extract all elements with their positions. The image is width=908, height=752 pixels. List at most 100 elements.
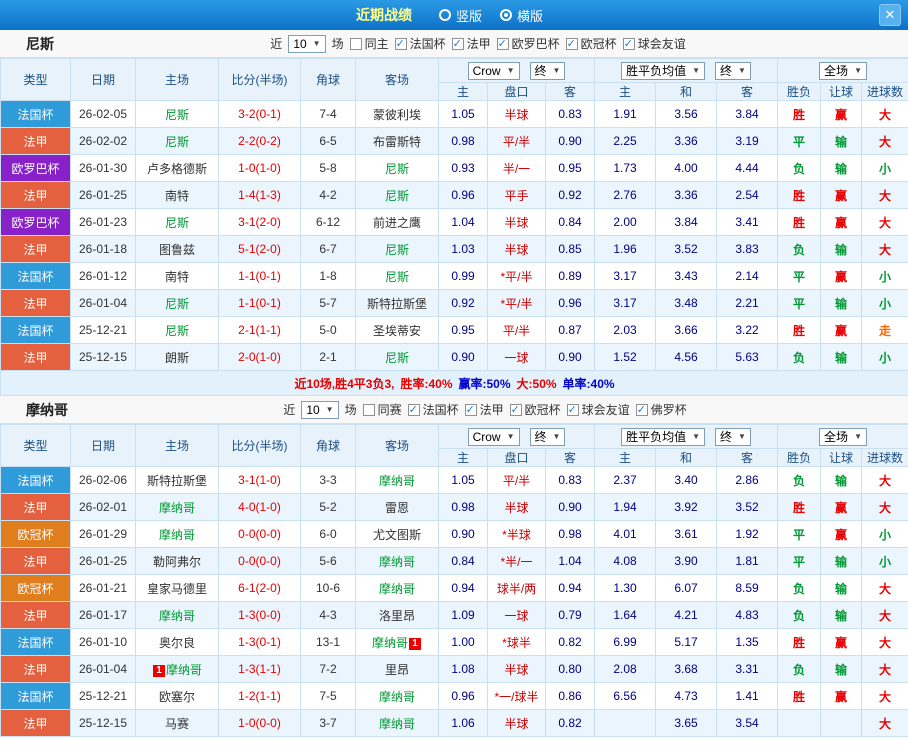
odds-handicap: 半球 — [487, 493, 546, 521]
match-date: 25-12-15 — [70, 709, 136, 737]
avg-away: 3.54 — [716, 709, 779, 737]
matches-table-1: 类型 日期 主场 比分(半场) 角球 客场 Crow ▼ 终 ▼ 胜平负均值 ▼ 终 ▼ 全场 ▼ 主盘口客主和… — [0, 424, 908, 737]
away-team: 摩纳哥 — [355, 574, 439, 602]
odds-away: 0.83 — [544, 100, 596, 128]
filter-checkbox-0[interactable]: 同赛 — [362, 401, 402, 418]
filter-checkbox-5[interactable]: 佛罗杯 — [635, 401, 687, 418]
chevron-down-icon: ▼ — [738, 431, 746, 441]
odds-final-select-value: 终 — [534, 429, 547, 444]
match-row: 法国杯 26-01-12 南特 1-1(0-1) 1-8 尼斯 0.99 *平/半 0.89 3.… — [0, 262, 908, 290]
odds-group-controls: Crow ▼ 终 ▼ — [440, 427, 594, 446]
result-handicap: 赢 — [820, 316, 863, 344]
away-team: 摩纳哥 — [355, 466, 439, 494]
filter-checkbox-2[interactable]: 法甲 — [464, 401, 504, 418]
avg-draw: 3.68 — [655, 655, 718, 683]
avg-final-select[interactable]: 终 ▼ — [715, 61, 751, 80]
checkbox-label: 同赛 — [377, 403, 402, 417]
match-date: 26-01-17 — [70, 601, 136, 629]
scope-select[interactable]: 全场 ▼ — [819, 427, 867, 446]
column-subheader: 让球 — [820, 448, 863, 467]
competition-badge: 法甲 — [0, 343, 71, 371]
home-team: 皇家马德里 — [135, 574, 219, 602]
filter-checkbox-2[interactable]: 法甲 — [451, 35, 491, 52]
odds-final-select[interactable]: 终 ▼ — [529, 61, 566, 80]
chevron-down-icon: ▼ — [692, 65, 701, 75]
avg-draw: 4.73 — [655, 682, 718, 710]
match-score: 1-3(1-1) — [218, 655, 301, 683]
column-subheader: 进球数 — [861, 448, 908, 467]
odds-away: 1.04 — [544, 547, 596, 575]
avg-draw: 3.61 — [655, 520, 718, 548]
team-name-text: 南特 — [164, 269, 189, 284]
competition-badge: 法甲 — [0, 655, 71, 683]
result-handicap: 输 — [820, 127, 863, 155]
filter-checkbox-4[interactable]: 球会友谊 — [566, 401, 630, 418]
result-handicap: 输 — [820, 289, 863, 317]
team-name-text: 尼斯 — [384, 161, 409, 176]
radio-icon — [438, 9, 451, 21]
odds-away: 0.89 — [544, 262, 596, 290]
team-name: 摩纳哥 — [26, 401, 68, 418]
home-team: 奥尔良 — [135, 628, 219, 656]
view-option-horizontal[interactable]: 横版 — [500, 6, 543, 25]
match-date: 26-01-18 — [70, 235, 136, 263]
corner-count: 5-7 — [300, 289, 356, 317]
result-handicap — [820, 709, 863, 737]
filter-checkbox-3[interactable]: 欧罗巴杯 — [496, 35, 560, 52]
checkbox-icon — [635, 403, 648, 416]
column-subheader: 主 — [594, 448, 657, 467]
competition-badge: 欧冠杯 — [0, 520, 71, 548]
match-date: 25-12-15 — [70, 343, 136, 371]
filter-checkbox-3[interactable]: 欧冠杯 — [509, 401, 561, 418]
view-option-vertical[interactable]: 竖版 — [438, 6, 482, 25]
home-team: 欧塞尔 — [135, 682, 219, 710]
scope-select[interactable]: 全场 ▼ — [819, 61, 867, 80]
filter-checkbox-1[interactable]: 法国杯 — [407, 401, 459, 418]
away-team: 里昂 — [355, 655, 439, 683]
avg-final-select[interactable]: 终 ▼ — [715, 427, 751, 446]
filter-checkbox-0[interactable]: 同主 — [349, 35, 389, 52]
bookmaker-select[interactable]: Crow ▼ — [467, 61, 520, 80]
match-score: 2-1(1-1) — [218, 316, 301, 344]
match-row: 法甲 26-02-01 摩纳哥 4-0(1-0) 5-2 雷恩 0.98 半球 0.90 1.94… — [0, 493, 908, 521]
home-team: 斯特拉斯堡 — [135, 466, 219, 494]
corner-count: 6-0 — [300, 520, 356, 548]
odds-handicap: 半球 — [487, 655, 546, 683]
avg-type-select[interactable]: 胜平负均值 ▼ — [621, 427, 706, 446]
result-goals: 大 — [861, 208, 908, 236]
chevron-down-icon: ▼ — [506, 65, 515, 75]
home-team: 朗斯 — [135, 343, 219, 371]
filter-checkbox-1[interactable]: 法国杯 — [394, 35, 446, 52]
near-label: 近 — [283, 403, 296, 417]
odds-away: 0.96 — [544, 289, 596, 317]
bookmaker-select[interactable]: Crow ▼ — [467, 427, 520, 446]
avg-type-select[interactable]: 胜平负均值 ▼ — [621, 61, 706, 80]
avg-home: 1.64 — [594, 601, 657, 629]
matches-table-0: 类型 日期 主场 比分(半场) 角球 客场 Crow ▼ 终 ▼ 胜平负均值 ▼ 终 ▼ 全场 ▼ 主盘口客主和… — [0, 58, 908, 396]
close-icon[interactable]: ✕ — [879, 4, 901, 26]
odds-away: 0.84 — [544, 208, 596, 236]
result-goals: 大 — [861, 574, 908, 602]
team-name-text: 尼斯 — [164, 323, 189, 338]
home-team: 马赛 — [135, 709, 219, 737]
result-group-header: 全场 ▼ — [777, 424, 908, 449]
red-card-badge: 1 — [152, 664, 165, 677]
odds-home: 1.00 — [438, 628, 488, 656]
competition-badge: 欧罗巴杯 — [0, 154, 71, 182]
avg-home: 2.76 — [594, 181, 657, 209]
near-label: 近 — [270, 37, 283, 51]
filter-checkbox-4[interactable]: 欧冠杯 — [565, 35, 617, 52]
summary-part: 大:50% — [516, 376, 557, 391]
team-name-text: 圣埃蒂安 — [372, 323, 421, 338]
avg-draw: 3.66 — [655, 316, 718, 344]
odds-final-select[interactable]: 终 ▼ — [529, 427, 566, 446]
bookmaker-select-value: Crow — [472, 63, 501, 78]
result-goals: 大 — [861, 100, 908, 128]
team-name-text: 卢多格德斯 — [146, 161, 207, 176]
column-subheader: 让球 — [820, 82, 863, 101]
checkbox-label: 球会友谊 — [581, 403, 630, 417]
match-count-select[interactable]: 10 ▼ — [288, 34, 326, 53]
competition-badge: 法国杯 — [0, 316, 71, 344]
filter-checkbox-5[interactable]: 球会友谊 — [622, 35, 686, 52]
match-count-select[interactable]: 10 ▼ — [301, 400, 339, 419]
